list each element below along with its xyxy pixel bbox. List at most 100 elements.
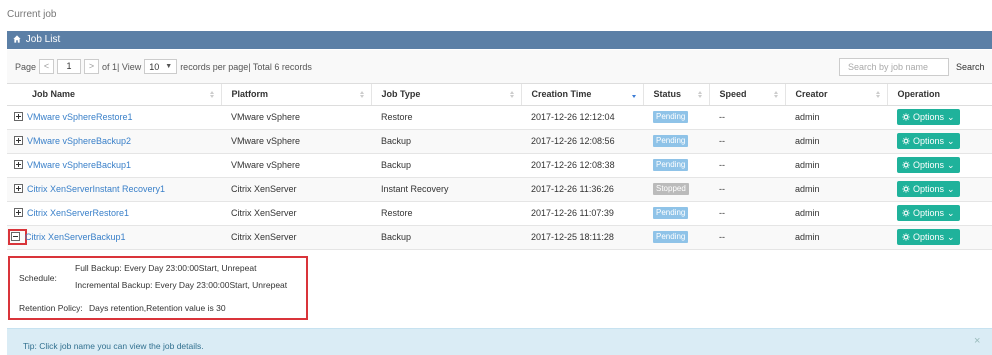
expand-toggle[interactable]: [14, 208, 27, 218]
page-number-input[interactable]: 1: [57, 59, 82, 74]
retention-policy-label: Retention Policy:: [19, 303, 83, 313]
options-label: Options: [913, 112, 945, 122]
options-button[interactable]: Options ⌄: [897, 229, 960, 245]
gear-icon: [902, 161, 910, 169]
expand-toggle[interactable]: [8, 229, 27, 246]
column-header-platform[interactable]: Platform: [221, 84, 372, 106]
sort-icon: [697, 91, 703, 98]
status-badge: Pending: [653, 207, 689, 219]
creation-time-cell: 2017-12-26 12:12:04: [521, 105, 643, 130]
job-name-link[interactable]: Citrix XenServerInstant Recovery1: [27, 184, 165, 194]
page-header: Current job: [0, 0, 992, 30]
sort-icon: [509, 91, 515, 98]
creator-cell: admin: [785, 225, 887, 250]
speed-cell: --: [709, 177, 785, 202]
table-header-row: Job Name Platform Job Type Creation Time…: [7, 84, 992, 106]
expand-toggle[interactable]: [14, 160, 27, 170]
creation-time-cell: 2017-12-25 18:11:28: [521, 225, 643, 250]
options-label: Options: [913, 232, 945, 242]
records-summary: records per page| Total 6 records: [180, 61, 312, 72]
job-type-cell: Backup: [371, 225, 521, 250]
tip-text: Tip: Click job name you can view the job…: [23, 341, 204, 351]
status-badge: Pending: [653, 159, 689, 171]
job-type-cell: Backup: [371, 153, 521, 178]
full-backup-schedule: Full Backup: Every Day 23:00:00Start, Un…: [75, 263, 257, 273]
platform-cell: VMware vSphere: [221, 129, 371, 154]
column-header-job-name[interactable]: Job Name: [7, 84, 222, 106]
options-label: Options: [913, 160, 945, 170]
platform-cell: Citrix XenServer: [221, 177, 371, 202]
tip-alert: Tip: Click job name you can view the job…: [7, 328, 992, 355]
gear-icon: [902, 209, 910, 217]
creation-time-cell: 2017-12-26 11:07:39: [521, 201, 643, 226]
job-name-link[interactable]: VMware vSphereBackup2: [27, 136, 131, 146]
search-input[interactable]: [839, 58, 949, 76]
job-name-link[interactable]: Citrix XenServerBackup1: [25, 232, 126, 242]
status-badge: Pending: [653, 231, 689, 243]
gear-icon: [902, 137, 910, 145]
column-header-job-type[interactable]: Job Type: [371, 84, 522, 106]
job-list-title: Job List: [25, 34, 61, 45]
status-badge: Pending: [653, 111, 689, 123]
expand-icon: [14, 208, 23, 218]
creation-time-cell: 2017-12-26 12:08:56: [521, 129, 643, 154]
job-table: Job Name Platform Job Type Creation Time…: [7, 84, 992, 250]
column-header-speed[interactable]: Speed: [709, 84, 786, 106]
options-button[interactable]: Options ⌄: [897, 109, 960, 125]
expand-toggle[interactable]: [14, 112, 27, 122]
status-badge: Stopped: [653, 183, 689, 195]
job-name-link[interactable]: Citrix XenServerRestore1: [27, 208, 129, 218]
schedule-label: Schedule:: [19, 273, 57, 283]
next-page-button[interactable]: >: [84, 59, 100, 74]
job-name-link[interactable]: VMware vSphereRestore1: [27, 112, 133, 122]
incremental-backup-schedule: Incremental Backup: Every Day 23:00:00St…: [75, 280, 288, 290]
page-label: Page: [15, 61, 37, 72]
close-icon[interactable]: ×: [974, 335, 980, 347]
expand-icon: [14, 112, 23, 122]
chevron-down-icon: ⌄: [947, 231, 955, 242]
gear-icon: [902, 185, 910, 193]
prev-page-button[interactable]: <: [39, 59, 55, 74]
job-name-link[interactable]: VMware vSphereBackup1: [27, 160, 131, 170]
options-label: Options: [913, 208, 945, 218]
chevron-down-icon: ⌄: [947, 135, 955, 146]
column-header-creation-time[interactable]: Creation Time: [521, 84, 644, 106]
expand-toggle[interactable]: [14, 136, 27, 146]
options-label: Options: [913, 136, 945, 146]
table-row: Citrix XenServerRestore1 Citrix XenServer…: [7, 201, 992, 226]
options-button[interactable]: Options ⌄: [897, 205, 960, 221]
expand-icon: [14, 184, 23, 194]
expand-toggle[interactable]: [14, 184, 27, 194]
pagination: Page < 1 > of 1| View 10 ▼ records per p…: [15, 59, 312, 74]
table-toolbar: Page < 1 > of 1| View 10 ▼ records per p…: [7, 50, 992, 84]
speed-cell: --: [709, 201, 785, 226]
options-button[interactable]: Options ⌄: [897, 133, 960, 149]
job-type-cell: Instant Recovery: [371, 177, 521, 202]
records-per-page-select[interactable]: 10 ▼: [144, 59, 178, 74]
creator-cell: admin: [785, 177, 887, 202]
column-header-status[interactable]: Status: [643, 84, 710, 106]
expand-icon: [14, 136, 23, 146]
platform-cell: Citrix XenServer: [221, 201, 371, 226]
speed-cell: --: [709, 153, 785, 178]
platform-cell: VMware vSphere: [221, 153, 371, 178]
creation-time-cell: 2017-12-26 12:08:38: [521, 153, 643, 178]
job-details-panel: Schedule: Full Backup: Every Day 23:00:0…: [8, 256, 308, 320]
column-header-operation: Operation: [887, 84, 992, 106]
chevron-down-icon: ⌄: [947, 159, 955, 170]
status-badge: Pending: [653, 135, 689, 147]
creator-cell: admin: [785, 129, 887, 154]
creator-cell: admin: [785, 153, 887, 178]
platform-cell: VMware vSphere: [221, 105, 371, 130]
speed-cell: --: [709, 225, 785, 250]
options-button[interactable]: Options ⌄: [897, 157, 960, 173]
chevron-down-icon: ⌄: [947, 111, 955, 122]
job-type-cell: Backup: [371, 129, 521, 154]
search-button[interactable]: Search: [956, 58, 992, 76]
sort-icon: [875, 91, 881, 98]
table-row: VMware vSphereBackup2 VMware vSphere Backu…: [7, 129, 992, 154]
table-row: Citrix XenServerBackup1 Citrix XenServer B…: [7, 225, 992, 250]
column-header-creator[interactable]: Creator: [785, 84, 888, 106]
options-button[interactable]: Options ⌄: [897, 181, 960, 197]
platform-cell: Citrix XenServer: [221, 225, 371, 250]
